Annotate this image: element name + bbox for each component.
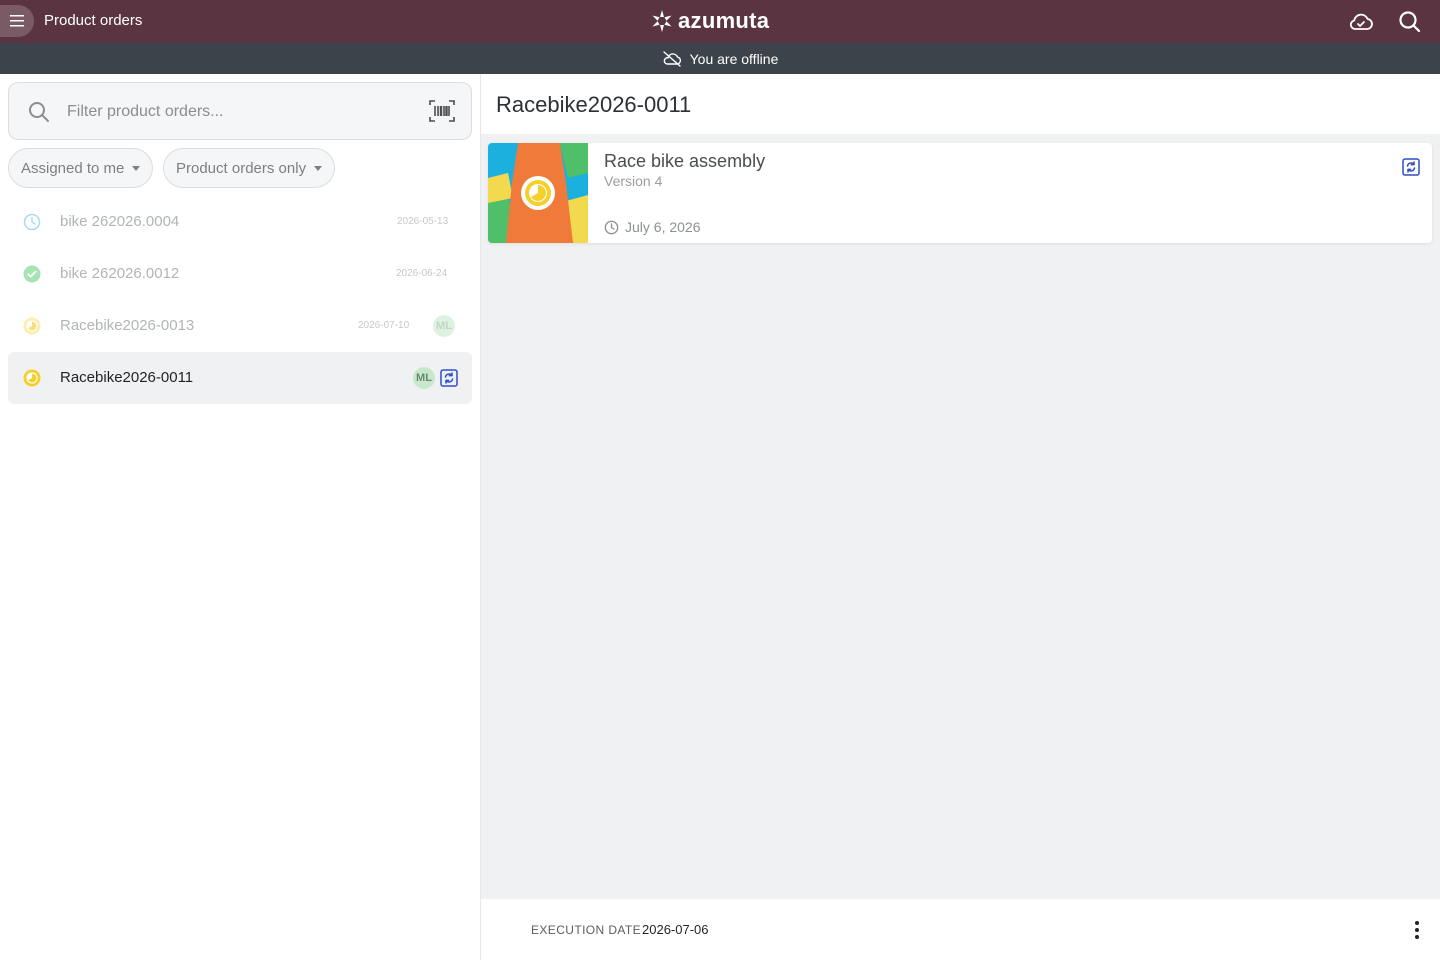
completed-check-icon xyxy=(23,265,41,283)
order-row[interactable]: Racebike2026-0013 2026-07-10 ML xyxy=(8,300,472,352)
search-icon[interactable] xyxy=(1397,9,1423,35)
order-date: 2026-05-13 xyxy=(397,216,449,227)
offline-text: You are offline xyxy=(689,50,779,67)
menu-button[interactable] xyxy=(0,5,34,37)
cloud-off-icon xyxy=(662,50,681,67)
caret-down-icon xyxy=(314,165,323,171)
detail-title: Racebike2026-0011 xyxy=(496,92,692,117)
sync-pending-icon[interactable] xyxy=(1401,157,1421,177)
clock-icon xyxy=(604,220,619,234)
thumbnail-pattern-icon xyxy=(488,143,588,243)
caret-down-icon xyxy=(132,165,141,171)
order-name: bike 262026.0004 xyxy=(60,213,180,230)
card-title: Race bike assembly xyxy=(604,151,766,171)
execution-date-value: 2026-07-06 xyxy=(642,922,709,937)
card-date: July 6, 2026 xyxy=(604,219,701,235)
card-thumbnail xyxy=(488,143,588,243)
in-progress-icon xyxy=(23,369,41,387)
more-options-button[interactable] xyxy=(1407,919,1427,941)
card-version: Version 4 xyxy=(604,173,663,189)
filter-type-chip[interactable]: Product orders only xyxy=(163,148,336,188)
search-icon xyxy=(29,102,49,122)
execution-date-label: EXECUTION DATE xyxy=(531,923,642,937)
order-date: 2026-07-10 xyxy=(358,320,410,331)
hamburger-icon xyxy=(10,15,24,27)
card-date-text: July 6, 2026 xyxy=(625,219,701,235)
logo-text: azumuta xyxy=(678,8,770,33)
work-instruction-card[interactable]: Race bike assembly Version 4 July 6, 202… xyxy=(488,143,1432,243)
sync-pending-icon xyxy=(440,369,458,387)
top-bar: Product orders azumuta xyxy=(0,0,1440,43)
filter-input[interactable] xyxy=(67,97,407,127)
detail-footer: EXECUTION DATE 2026-07-06 xyxy=(481,899,1440,960)
order-date: 2026-06-24 xyxy=(396,268,448,279)
orders-list-panel: Assigned to me Product orders only bike … xyxy=(0,74,481,960)
assignee-avatar: ML xyxy=(433,315,455,337)
cloud-sync-icon[interactable] xyxy=(1348,9,1374,35)
order-row[interactable]: bike 262026.0004 2026-05-13 xyxy=(8,196,472,248)
order-row-selected[interactable]: Racebike2026-0011 ML xyxy=(8,352,472,404)
filter-search-box xyxy=(8,82,472,140)
more-dot xyxy=(1415,935,1419,939)
scheduled-clock-icon xyxy=(23,213,41,231)
filter-type-label: Product orders only xyxy=(176,159,307,177)
order-detail-panel: Racebike2026-0011 Race bike assembly Ver… xyxy=(481,74,1440,960)
azumuta-logo: azumuta xyxy=(650,8,769,34)
order-name: Racebike2026-0013 xyxy=(60,317,195,334)
order-name: Racebike2026-0011 xyxy=(60,369,194,386)
filter-assigned-chip[interactable]: Assigned to me xyxy=(8,148,154,188)
detail-header: Racebike2026-0011 xyxy=(481,74,1440,134)
barcode-scan-icon[interactable] xyxy=(429,99,455,123)
order-row[interactable]: bike 262026.0012 2026-06-24 xyxy=(8,248,472,300)
more-dot xyxy=(1415,928,1419,932)
offline-banner: You are offline xyxy=(0,43,1440,74)
more-vertical-icon xyxy=(1415,921,1419,925)
in-progress-icon xyxy=(23,317,41,335)
order-name: bike 262026.0012 xyxy=(60,265,180,282)
filter-assigned-label: Assigned to me xyxy=(21,159,125,177)
logo-snowflake-icon xyxy=(652,10,672,32)
app-title: Product orders xyxy=(44,12,143,29)
assignee-avatar: ML xyxy=(413,367,435,389)
